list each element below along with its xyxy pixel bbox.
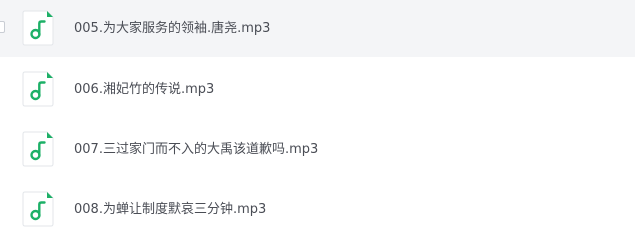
audio-file-icon <box>22 71 54 107</box>
file-row-007[interactable]: 007.三过家门而不入的大禹该道歉吗.mp3 <box>0 121 635 178</box>
file-list: 005.为大家服务的领袖.唐尧.mp3 006.湘妃竹的传说.mp3 007.三… <box>0 0 635 241</box>
audio-file-icon <box>22 191 54 227</box>
file-row-006[interactable]: 006.湘妃竹的传说.mp3 <box>0 61 635 118</box>
row-checkbox[interactable] <box>0 21 5 33</box>
file-name: 007.三过家门而不入的大禹该道歉吗.mp3 <box>74 142 319 157</box>
file-row-005[interactable]: 005.为大家服务的领袖.唐尧.mp3 <box>0 0 635 57</box>
audio-file-icon <box>22 131 54 167</box>
file-row-008[interactable]: 008.为蝉让制度默哀三分钟.mp3 <box>0 181 635 238</box>
file-name: 005.为大家服务的领袖.唐尧.mp3 <box>74 21 271 36</box>
file-name: 008.为蝉让制度默哀三分钟.mp3 <box>74 202 267 217</box>
file-name: 006.湘妃竹的传说.mp3 <box>74 82 215 97</box>
audio-file-icon <box>22 10 54 46</box>
